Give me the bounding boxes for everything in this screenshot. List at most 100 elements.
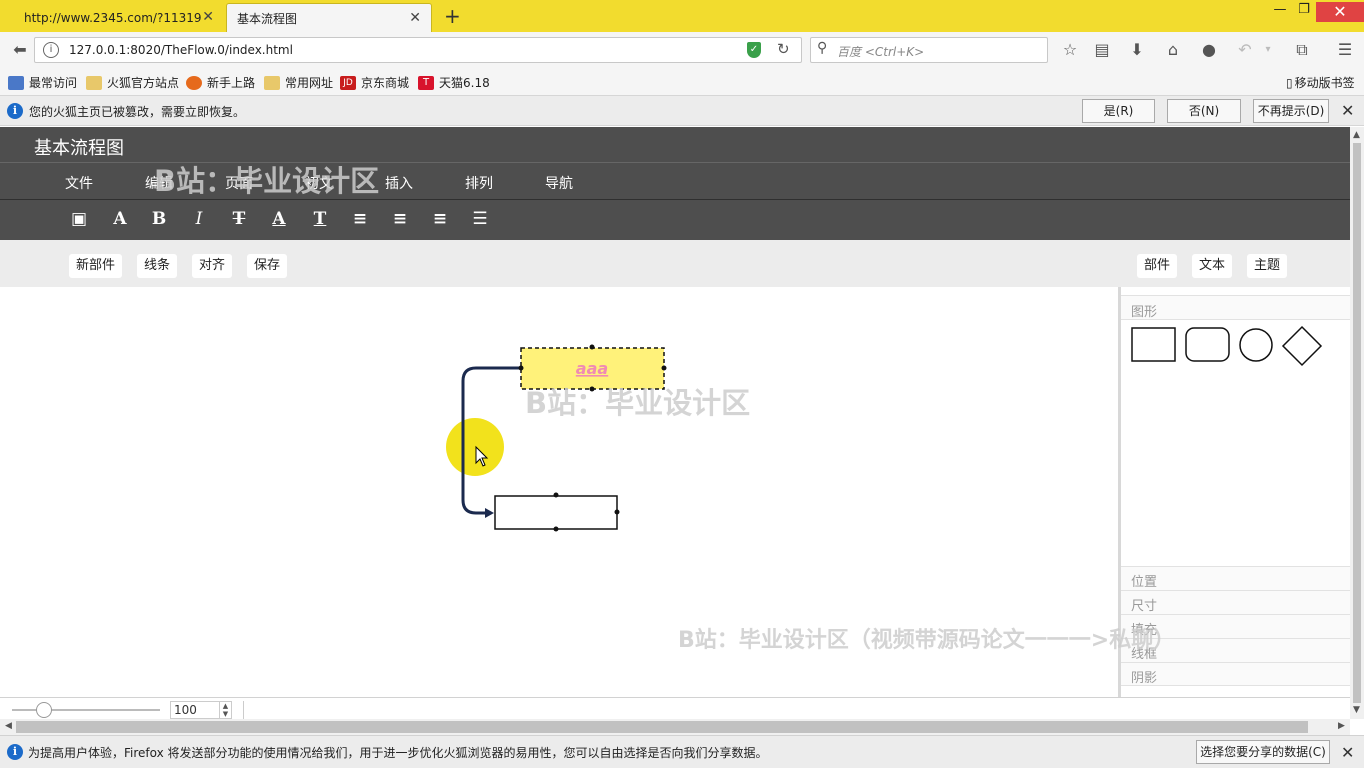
menu-file[interactable]: 文件 (65, 173, 93, 193)
bookmark-tmall[interactable]: T 天猫6.18 (418, 74, 490, 91)
bookmark-mobile[interactable]: ▯ 移动版书签 (1286, 74, 1355, 91)
horizontal-scrollbar[interactable]: ◀ ▶ (0, 719, 1350, 735)
menu-arrange[interactable]: 排列 (465, 173, 493, 193)
tab-text[interactable]: 文本 (1192, 254, 1233, 278)
menu-icon[interactable]: ☰ (1333, 38, 1357, 62)
rounded-rectangle-shape-icon[interactable] (1185, 327, 1230, 362)
property-shadow[interactable]: 阴影 (1121, 662, 1350, 686)
zoom-stepper-icon[interactable]: ▲ ▼ (219, 702, 231, 718)
scroll-down-icon[interactable]: ▼ (1353, 705, 1360, 715)
node-handle-left[interactable] (518, 365, 524, 371)
align-button[interactable]: 对齐 (192, 254, 233, 278)
bookmark-firefox-official[interactable]: 火狐官方站点 (86, 74, 179, 91)
node-handle-top[interactable] (589, 344, 595, 350)
zoom-slider-track[interactable] (12, 709, 160, 711)
zoom-input[interactable]: 100 ▲ ▼ (170, 701, 232, 719)
restore-no-button[interactable]: 否(N) (1167, 99, 1241, 123)
save-icon[interactable]: ▣ (68, 208, 90, 230)
restore-yes-button[interactable]: 是(R) (1082, 99, 1155, 123)
save-button[interactable]: 保存 (247, 254, 288, 278)
zoom-slider-handle[interactable] (36, 702, 52, 718)
process-node[interactable] (494, 495, 618, 530)
shield-icon[interactable]: ✓ (747, 42, 761, 58)
menu-insert[interactable]: 插入 (385, 173, 413, 193)
node-handle-top[interactable] (553, 492, 559, 498)
align-right-icon[interactable]: ≡ (429, 208, 451, 230)
align-left-icon[interactable]: ≡ (349, 208, 371, 230)
url-text[interactable]: 127.0.0.1:8020/TheFlow.0/index.html (69, 43, 293, 57)
align-justify-icon[interactable]: ☰ (469, 208, 491, 230)
scroll-up-icon[interactable]: ▲ (1353, 130, 1360, 140)
font-color-icon[interactable]: A (268, 208, 290, 230)
tab-theme[interactable]: 主题 (1247, 254, 1288, 278)
tmall-icon: T (418, 75, 434, 90)
diamond-shape-icon[interactable] (1281, 325, 1323, 367)
text-style-icon[interactable]: T (309, 208, 331, 230)
back-icon[interactable]: ⬅ (8, 38, 32, 62)
strikethrough-icon[interactable]: T (228, 208, 250, 230)
bookmark-most-visited[interactable]: 最常访问 (8, 74, 77, 91)
tab-label: http://www.2345.com/?11319 (24, 10, 202, 25)
bookmark-common-sites[interactable]: 常用网址 (264, 74, 333, 91)
search-placeholder: 百度 <Ctrl+K> (837, 45, 925, 59)
mobile-icon: ▯ (1286, 75, 1293, 90)
window-close-icon[interactable]: ✕ (1316, 2, 1364, 22)
vertical-scrollbar[interactable]: ▲ ▼ (1350, 127, 1364, 719)
circle-shape-icon[interactable] (1239, 328, 1273, 362)
property-size[interactable]: 尺寸 (1121, 590, 1350, 614)
reload-icon[interactable]: ↻ (777, 40, 790, 58)
close-telemetry-icon[interactable]: ✕ (1341, 743, 1354, 762)
undo-dropdown-icon[interactable]: ▾ (1256, 38, 1280, 62)
search-box[interactable]: ⚲ 百度 <Ctrl+K> (810, 37, 1048, 63)
folder-icon (86, 75, 102, 90)
bookmark-getting-started[interactable]: 新手上路 (186, 74, 255, 91)
tab-widget[interactable]: 部件 (1137, 254, 1178, 278)
restore-icon[interactable]: ❐ (1290, 2, 1318, 22)
node-handle-bottom[interactable] (553, 526, 559, 532)
node-label[interactable]: aaa (576, 359, 608, 378)
undo-icon[interactable]: ↶ (1233, 38, 1257, 62)
node-handle-right[interactable] (661, 365, 667, 371)
scroll-left-icon[interactable]: ◀ (5, 721, 12, 731)
info-icon: i (7, 103, 23, 119)
page-info-icon[interactable]: i (43, 42, 59, 58)
node-handle-right[interactable] (614, 509, 620, 515)
home-icon[interactable]: ⌂ (1161, 38, 1185, 62)
horizontal-scroll-thumb[interactable] (16, 721, 1308, 733)
font-icon[interactable]: A (109, 208, 131, 230)
bookmark-star-icon[interactable]: ☆ (1058, 38, 1082, 62)
screenshot-icon[interactable]: ⧉ (1290, 38, 1314, 62)
new-tab-icon[interactable]: + (444, 4, 461, 28)
zoom-value: 100 (174, 703, 197, 717)
bold-icon[interactable]: B (148, 208, 170, 230)
search-icon: ⚲ (817, 40, 828, 56)
library-icon[interactable]: ▤ (1090, 38, 1114, 62)
navigation-bar: ⬅ i 127.0.0.1:8020/TheFlow.0/index.html … (0, 32, 1364, 69)
choose-data-button[interactable]: 选择您要分享的数据(C) (1196, 740, 1330, 764)
bookmark-label: 火狐官方站点 (107, 76, 180, 90)
telemetry-text: 为提高用户体验，Firefox 将发送部分功能的使用情况给我们，用于进一步优化火… (28, 746, 768, 760)
tab-flowchart[interactable]: 基本流程图 ✕ (226, 3, 432, 32)
chat-icon[interactable]: ● (1197, 38, 1221, 62)
scroll-right-icon[interactable]: ▶ (1338, 721, 1345, 731)
info-icon: i (7, 744, 23, 760)
close-tab-icon[interactable]: ✕ (409, 10, 421, 26)
rectangle-shape-icon[interactable] (1131, 327, 1176, 362)
italic-icon[interactable]: I (188, 208, 210, 230)
never-remind-button[interactable]: 不再提示(D) (1253, 99, 1329, 123)
watermark-top: B站：毕业设计区 (154, 164, 380, 198)
line-button[interactable]: 线条 (137, 254, 178, 278)
format-toolbar: ▣ A B I T A T ≡ ≡ ≡ ☰ (0, 200, 1350, 240)
vertical-scroll-thumb[interactable] (1353, 143, 1361, 703)
new-widget-button[interactable]: 新部件 (69, 254, 123, 278)
property-position[interactable]: 位置 (1121, 566, 1350, 590)
close-notification-icon[interactable]: ✕ (1341, 101, 1354, 120)
address-bar[interactable]: i 127.0.0.1:8020/TheFlow.0/index.html ✓ … (34, 37, 802, 63)
shapes-section-header[interactable]: 图形 (1121, 295, 1350, 320)
tab-2345[interactable]: http://www.2345.com/?11319 ✕ (14, 3, 224, 32)
menu-navigate[interactable]: 导航 (545, 173, 573, 193)
bookmark-jd[interactable]: JD 京东商城 (340, 74, 409, 91)
align-center-icon[interactable]: ≡ (389, 208, 411, 230)
download-icon[interactable]: ⬇ (1125, 38, 1149, 62)
close-tab-icon[interactable]: ✕ (202, 9, 214, 25)
